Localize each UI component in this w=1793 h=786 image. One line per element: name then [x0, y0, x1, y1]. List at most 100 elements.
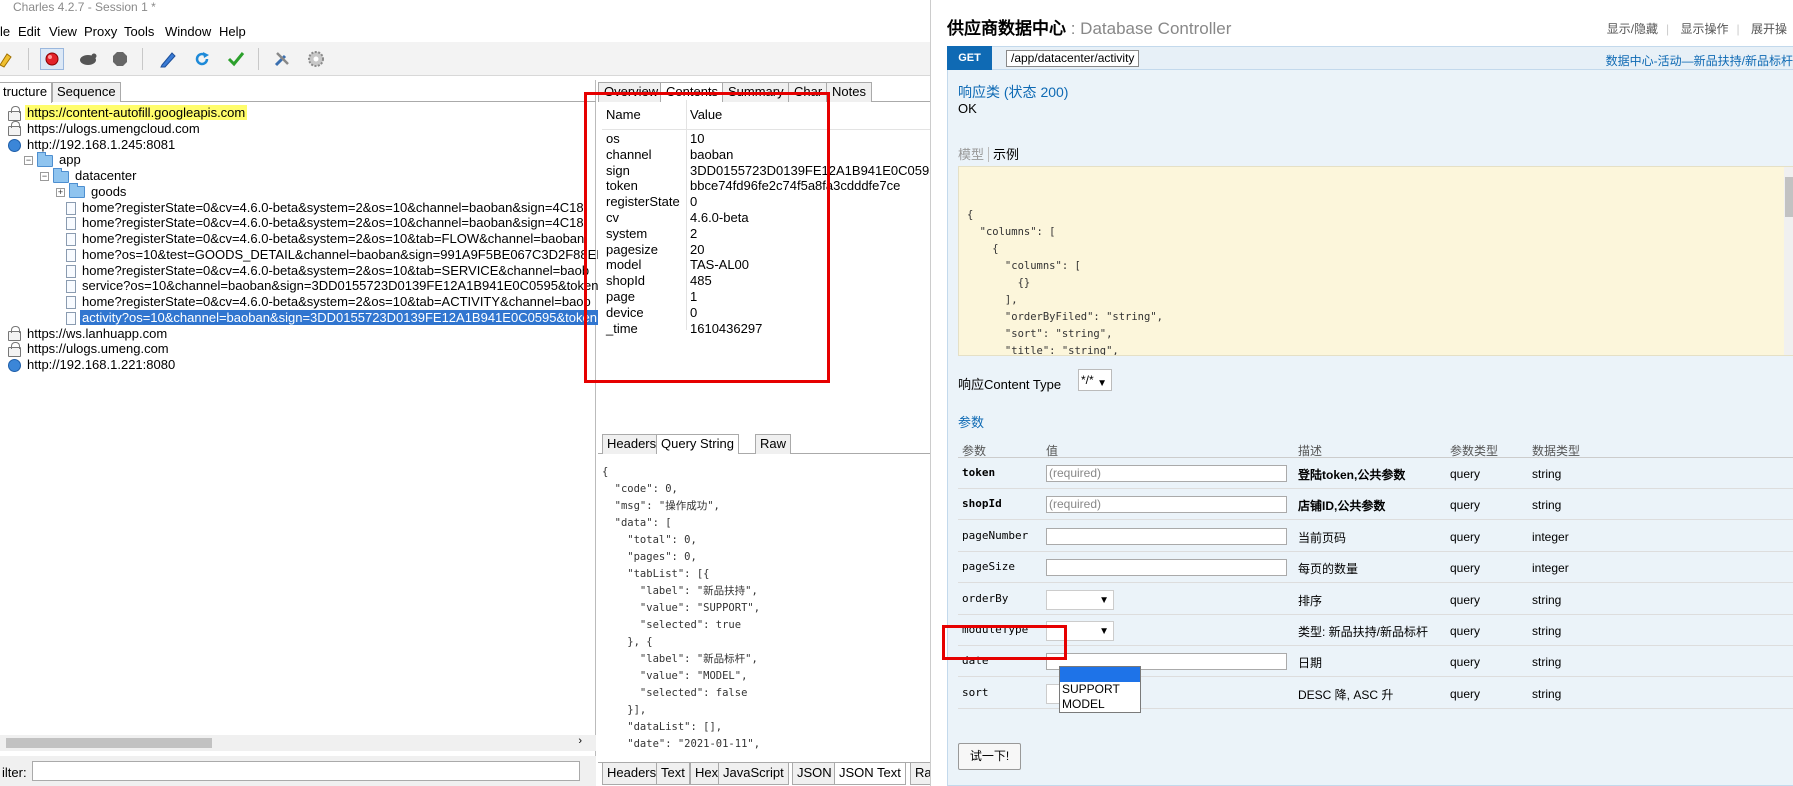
vertical-scrollbar[interactable] — [1784, 167, 1793, 355]
tab-response-headers[interactable]: Headers — [602, 763, 662, 785]
dropdown-option[interactable] — [1060, 667, 1140, 682]
param-description: 每页的数量 — [1298, 562, 1359, 577]
tab-response-json[interactable]: JSON — [792, 763, 837, 785]
breakpoint-icon[interactable] — [108, 48, 132, 70]
menu-window[interactable]: Window — [165, 22, 211, 42]
code-line: "data": [ — [602, 517, 672, 529]
tab-model[interactable]: 模型 — [958, 147, 990, 162]
menu-view[interactable]: View — [49, 22, 77, 42]
toolbar-separator — [258, 48, 259, 70]
tab-response-text[interactable]: Text — [656, 763, 690, 785]
horizontal-scrollbar[interactable]: › — [0, 735, 596, 751]
tree-node[interactable]: http://192.168.1.221:8080 — [8, 356, 177, 374]
file-icon — [66, 280, 76, 294]
expand-icon[interactable]: + — [56, 187, 65, 197]
file-icon — [66, 264, 76, 278]
parameters-heading: 参数 — [958, 415, 985, 430]
code-line: "value": "SUPPORT", — [602, 602, 761, 614]
scroll-right-icon[interactable]: › — [578, 735, 582, 747]
operation-path[interactable]: /app/datacenter/activity — [1006, 50, 1140, 67]
dropdown-option[interactable]: SUPPORT — [1060, 682, 1140, 697]
window-title: Charles 4.2.7 - Session 1 * — [0, 0, 930, 22]
model-tabs: 模型 示例 — [958, 144, 1023, 163]
param-type: query — [1450, 686, 1481, 701]
menu-proxy[interactable]: Proxy — [84, 22, 117, 42]
tab-request-raw[interactable]: Raw — [755, 434, 792, 454]
tab-contents[interactable]: Contents — [660, 82, 725, 102]
token-input[interactable]: (required) — [1046, 465, 1287, 482]
http-method-badge[interactable]: GET — [947, 46, 992, 70]
operation-summary[interactable]: 数据中心-活动—新品扶持/新品标杆 — [1606, 52, 1793, 69]
pageNumber-input[interactable] — [1046, 527, 1287, 545]
tab-chart[interactable]: Char — [788, 82, 829, 102]
compose-icon[interactable] — [156, 48, 180, 70]
example-json: { "columns": [ { "columns": [ {} ], "ord… — [967, 207, 1793, 355]
orderBy-select[interactable]: ▼ — [1046, 589, 1114, 610]
tools-icon[interactable] — [270, 48, 294, 70]
shopId-input[interactable]: (required) — [1046, 496, 1287, 514]
controller-title[interactable]: 供应商数据中心 : Database Controller — [947, 14, 1231, 39]
scrollbar-thumb[interactable] — [1785, 177, 1793, 217]
record-icon[interactable] — [40, 48, 64, 70]
tab-request-headers[interactable]: Headers — [602, 434, 662, 454]
throttle-icon[interactable] — [76, 48, 100, 70]
show-operations-link[interactable]: 显示操作 — [1681, 22, 1729, 36]
col-data-type: 数据类型 — [1532, 444, 1581, 458]
data-type: string — [1532, 655, 1562, 670]
try-it-out-button[interactable]: 试一下! — [958, 743, 1021, 770]
toolbar-separator — [142, 48, 143, 70]
tab-query-string[interactable]: Query String — [656, 434, 739, 454]
menu-file[interactable]: le — [0, 22, 10, 42]
table-row[interactable]: _time 1610436297 — [602, 320, 930, 338]
moduleType-select[interactable]: ▼ — [1046, 621, 1114, 641]
code-line: "selected": true — [602, 619, 742, 631]
tab-response-json-text[interactable]: JSON Text — [834, 763, 906, 785]
collapse-icon[interactable]: − — [24, 156, 33, 166]
dropdown-option[interactable]: MODEL — [1060, 697, 1140, 712]
response-json-text: { "code": 0, "msg": "操作成功", "data": [ "t… — [602, 464, 930, 754]
param-name: sort — [962, 685, 989, 699]
menu-help[interactable]: Help — [219, 22, 246, 42]
tab-structure[interactable]: tructure — [0, 82, 53, 103]
tab-summary[interactable]: Summary — [722, 82, 790, 102]
param-name: moduleType — [962, 623, 1029, 636]
globe-icon — [8, 138, 21, 152]
tab-response-raw[interactable]: Raw — [910, 763, 930, 785]
tab-overview[interactable]: Overview — [598, 82, 665, 102]
tree-node-label: goods — [91, 183, 127, 199]
show-hide-link[interactable]: 显示/隐藏 — [1607, 22, 1658, 36]
response-content-type: 响应Content Type */* ▼ — [958, 369, 1112, 393]
menu-edit[interactable]: Edit — [18, 22, 40, 42]
title-separator: : — [1066, 19, 1081, 38]
code-line: { — [967, 209, 974, 221]
tree-node-label: https://ulogs.umengcloud.com — [27, 120, 200, 136]
tab-sequence[interactable]: Sequence — [52, 82, 121, 102]
filter-input[interactable] — [32, 761, 580, 781]
charles-window: Charles 4.2.7 - Session 1 * le Edit View… — [0, 0, 930, 786]
broom-icon[interactable] — [0, 48, 18, 70]
code-line: "label": "新品扶持", — [602, 585, 758, 597]
pageSize-input[interactable] — [1046, 559, 1287, 577]
collapse-icon[interactable]: − — [40, 172, 49, 182]
code-line: {} — [967, 277, 1031, 289]
menu-tools[interactable]: Tools — [124, 22, 154, 42]
param-name: pageNumber — [962, 528, 1029, 542]
tab-response-javascript[interactable]: JavaScript — [718, 763, 789, 785]
content-type-select[interactable]: */* ▼ — [1078, 369, 1112, 391]
validate-icon[interactable] — [224, 48, 248, 70]
expand-operations-link[interactable]: 展开操 — [1751, 22, 1787, 36]
model-example-snippet[interactable]: { "columns": [ { "columns": [ {} ], "ord… — [958, 166, 1793, 356]
operation-heading[interactable]: GET /app/datacenter/activity 数据中心-活动—新品扶… — [947, 46, 1793, 70]
settings-icon[interactable] — [304, 48, 328, 70]
response-tabs: Headers Text Hex JavaScript JSON JSON Te… — [598, 762, 930, 785]
module-type-dropdown-list[interactable]: SUPPORT MODEL — [1059, 666, 1141, 713]
tab-example[interactable]: 示例 — [993, 147, 1019, 162]
file-icon — [66, 217, 76, 231]
scrollbar-thumb[interactable] — [6, 738, 212, 748]
filter-bar: ilter: — [0, 756, 596, 786]
param-type: query — [1450, 561, 1481, 576]
file-icon — [66, 311, 76, 325]
menu-bar: le Edit View Proxy Tools Window Help — [0, 22, 930, 42]
repeat-icon[interactable] — [190, 48, 214, 70]
tab-notes[interactable]: Notes — [826, 82, 872, 102]
